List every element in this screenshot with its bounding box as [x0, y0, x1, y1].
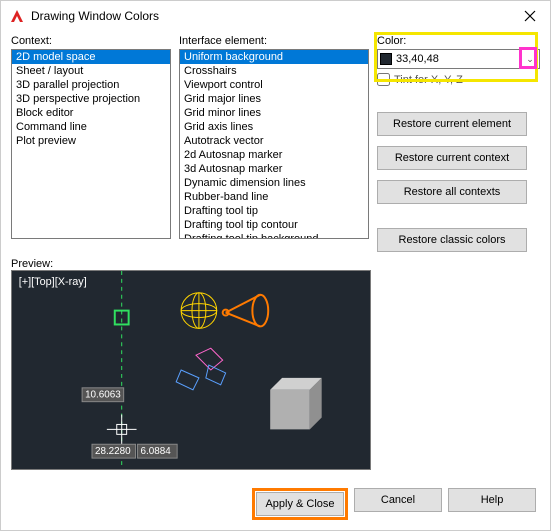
interface-item[interactable]: Drafting tool tip contour — [180, 218, 368, 232]
preview-pane: [+][Top][X-ray] — [11, 270, 371, 470]
interface-item[interactable]: Grid axis lines — [180, 120, 368, 134]
svg-text:6.0884: 6.0884 — [141, 446, 172, 457]
help-button[interactable]: Help — [448, 488, 536, 512]
restore-context-button[interactable]: Restore current context — [377, 146, 527, 170]
color-dropdown[interactable]: 33,40,48 ⌄ — [377, 49, 540, 69]
app-icon — [9, 8, 25, 24]
color-label: Color: — [377, 35, 540, 47]
context-listbox[interactable]: 2D model spaceSheet / layout3D parallel … — [11, 49, 171, 239]
svg-text:28.2280: 28.2280 — [95, 446, 131, 457]
close-button[interactable] — [510, 1, 550, 31]
restore-classic-button[interactable]: Restore classic colors — [377, 228, 527, 252]
dialog-title: Drawing Window Colors — [31, 9, 510, 23]
context-label: Context: — [11, 35, 171, 47]
cancel-button[interactable]: Cancel — [354, 488, 442, 512]
context-item[interactable]: 3D parallel projection — [12, 78, 170, 92]
interface-item[interactable]: Drafting tool tip — [180, 204, 368, 218]
interface-label: Interface element: — [179, 35, 369, 47]
context-item[interactable]: Sheet / layout — [12, 64, 170, 78]
restore-element-button[interactable]: Restore current element — [377, 112, 527, 136]
dialog-window: Drawing Window Colors Context: 2D model … — [0, 0, 551, 531]
view-label: [+][Top][X-ray] — [19, 276, 87, 288]
context-item[interactable]: 2D model space — [12, 50, 170, 64]
apply-highlight-box: Apply & Close — [252, 488, 348, 520]
apply-close-button[interactable]: Apply & Close — [256, 492, 344, 516]
svg-text:10.6063: 10.6063 — [85, 390, 121, 401]
interface-listbox[interactable]: Uniform backgroundCrosshairsViewport con… — [179, 49, 369, 239]
preview-cube — [270, 378, 321, 429]
titlebar: Drawing Window Colors — [1, 1, 550, 31]
color-swatch — [380, 53, 392, 65]
context-item[interactable]: Command line — [12, 120, 170, 134]
chevron-down-icon[interactable]: ⌄ — [523, 50, 537, 68]
interface-item[interactable]: Rubber-band line — [180, 190, 368, 204]
context-item[interactable]: Plot preview — [12, 134, 170, 148]
interface-item[interactable]: Drafting tool tip background — [180, 232, 368, 239]
context-item[interactable]: 3D perspective projection — [12, 92, 170, 106]
tint-label: Tint for X, Y, Z — [394, 74, 463, 86]
interface-item[interactable]: Viewport control — [180, 78, 368, 92]
preview-scene: [+][Top][X-ray] — [12, 271, 370, 469]
interface-item[interactable]: Dynamic dimension lines — [180, 176, 368, 190]
preview-label: Preview: — [11, 258, 540, 270]
context-item[interactable]: Block editor — [12, 106, 170, 120]
tint-checkbox[interactable] — [377, 73, 390, 86]
interface-item[interactable]: Crosshairs — [180, 64, 368, 78]
interface-item[interactable]: 3d Autosnap marker — [180, 162, 368, 176]
interface-item[interactable]: Autotrack vector — [180, 134, 368, 148]
interface-item[interactable]: Grid major lines — [180, 92, 368, 106]
interface-item[interactable]: Uniform background — [180, 50, 368, 64]
restore-all-button[interactable]: Restore all contexts — [377, 180, 527, 204]
interface-item[interactable]: Grid minor lines — [180, 106, 368, 120]
color-value-text: 33,40,48 — [396, 53, 439, 65]
interface-item[interactable]: 2d Autosnap marker — [180, 148, 368, 162]
